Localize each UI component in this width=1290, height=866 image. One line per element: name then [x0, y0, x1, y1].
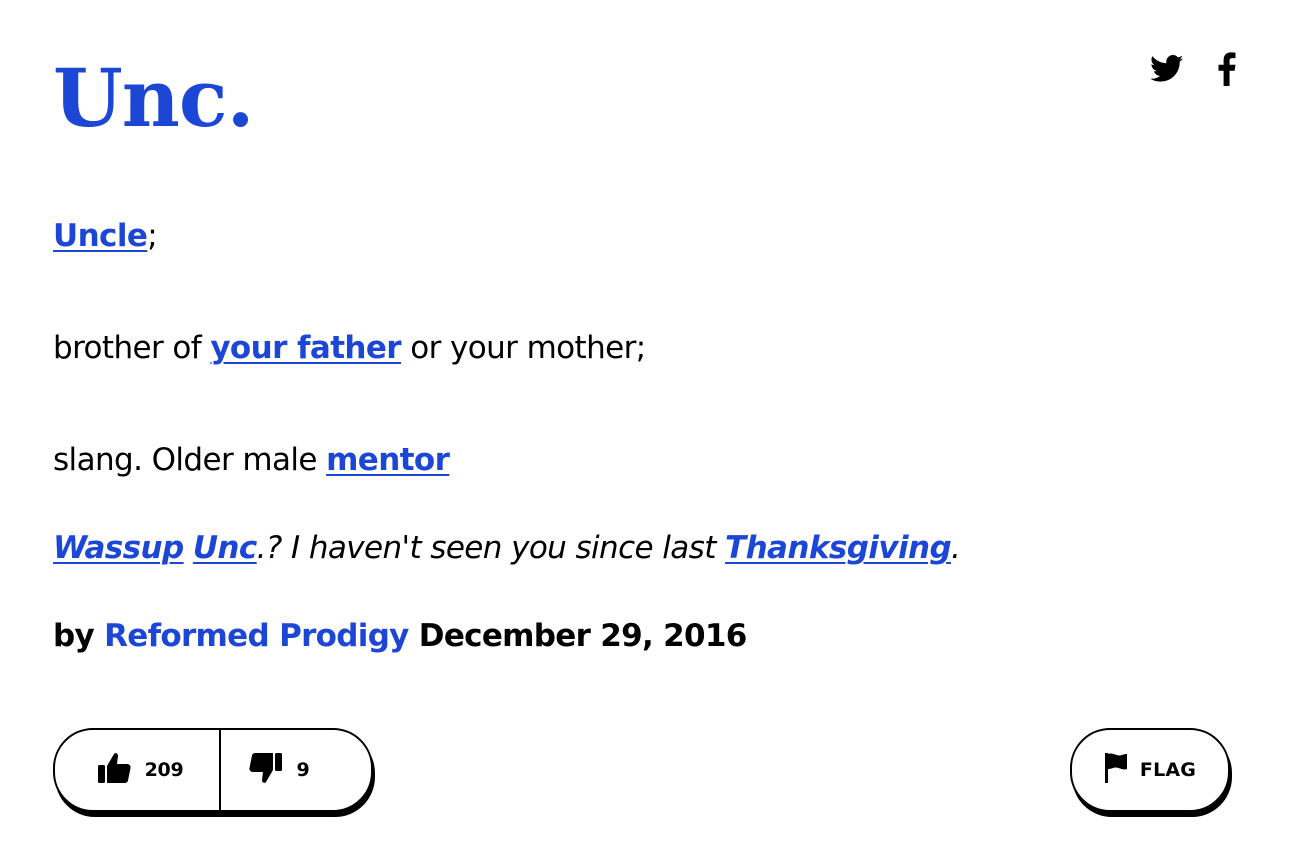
- author-link[interactable]: Reformed Prodigy: [104, 618, 409, 654]
- thumbs-up-icon: [97, 752, 131, 789]
- example-text: .: [951, 530, 961, 566]
- upvote-button[interactable]: 209: [55, 730, 221, 810]
- definition-line-1: Uncle;: [53, 216, 158, 256]
- share-buttons: [1150, 52, 1236, 90]
- word-title[interactable]: Unc.: [53, 44, 254, 152]
- link-mentor[interactable]: mentor: [326, 442, 450, 478]
- post-date: December 29, 2016: [408, 618, 748, 654]
- vote-buttons: 209 9: [53, 728, 373, 812]
- facebook-icon[interactable]: [1218, 52, 1236, 90]
- thumbs-down-icon: [248, 752, 283, 789]
- link-wassup[interactable]: Wassup: [53, 530, 184, 566]
- definition-text: or your mother;: [401, 330, 646, 366]
- link-thanksgiving[interactable]: Thanksgiving: [725, 530, 952, 566]
- example-text: .? I haven't seen you since last: [256, 530, 726, 566]
- byline-prefix: by: [53, 618, 105, 654]
- definition-text: brother of: [53, 330, 211, 366]
- upvote-count: 209: [144, 759, 184, 781]
- byline: by Reformed Prodigy December 29, 2016: [53, 616, 747, 656]
- downvote-button[interactable]: 9: [221, 730, 371, 810]
- flag-icon: [1104, 752, 1128, 789]
- flag-button[interactable]: FLAG: [1070, 728, 1230, 812]
- definition-line-2: brother of your father or your mother;: [53, 328, 646, 368]
- link-your-father[interactable]: your father: [210, 330, 401, 366]
- link-unc[interactable]: Unc: [193, 530, 257, 566]
- twitter-icon[interactable]: [1150, 55, 1184, 87]
- flag-label: FLAG: [1139, 759, 1197, 781]
- link-uncle[interactable]: Uncle: [53, 218, 148, 254]
- downvote-count: 9: [296, 759, 310, 781]
- example-sentence: Wassup Unc.? I haven't seen you since la…: [53, 528, 961, 568]
- example-text: [184, 530, 193, 566]
- definition-text: ;: [147, 218, 158, 254]
- definition-line-3: slang. Older male mentor: [53, 440, 450, 480]
- definition-card: Unc. Uncle; brother of your father or yo…: [0, 0, 1290, 866]
- definition-text: slang. Older male: [53, 442, 327, 478]
